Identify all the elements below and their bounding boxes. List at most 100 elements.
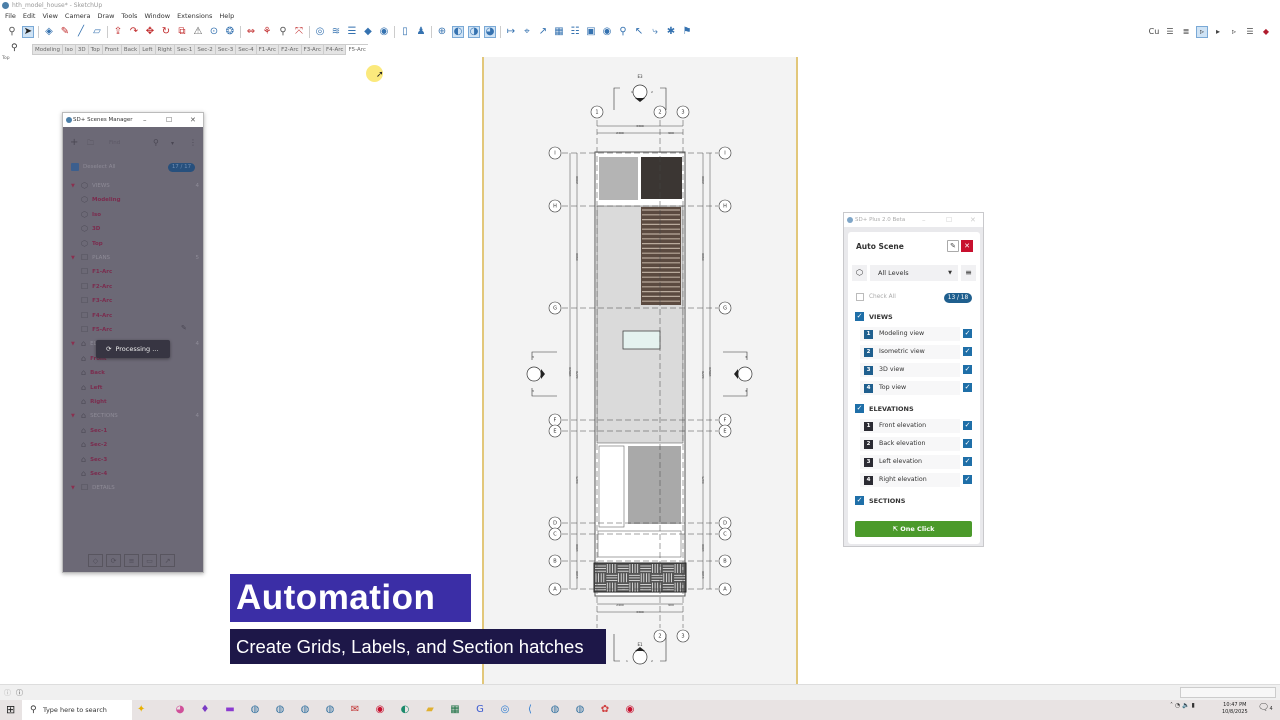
search-input[interactable]: Find — [109, 140, 120, 146]
scene-item[interactable]: ⌂ Left — [71, 382, 199, 394]
scene-tab-front[interactable]: Front — [101, 44, 121, 55]
mail-icon[interactable]: ✉ — [347, 702, 363, 718]
sketchup-icon[interactable]: ◍ — [247, 702, 263, 718]
scene-item[interactable]: ☐ F4-Arc — [71, 310, 199, 322]
geo-location-icon[interactable]: ⓘ — [4, 688, 11, 698]
auto-scene-item[interactable]: 3 3D view — [860, 363, 960, 377]
move-icon[interactable]: ✥ — [144, 26, 156, 38]
texture-icon[interactable]: ≋ — [330, 26, 342, 38]
clipchamp-icon[interactable]: ▬ — [222, 702, 238, 718]
orbit-icon[interactable]: ⊕ — [436, 26, 448, 38]
menu-window[interactable]: Window — [144, 11, 170, 22]
edit-button[interactable]: ✎ — [947, 240, 959, 252]
auto-scene-titlebar[interactable]: SD+ Plus 2.0 Beta – ☐ ✕ — [844, 213, 983, 227]
zoom-window-icon[interactable]: ⚲ — [277, 26, 289, 38]
level-dropdown[interactable]: All Levels ▼ — [870, 265, 958, 281]
scene-tab-left[interactable]: Left — [139, 44, 155, 55]
dims-icon[interactable]: ↦ — [505, 26, 517, 38]
tape-measure-icon[interactable]: ⊙ — [208, 26, 220, 38]
copilot-icon[interactable]: ◕ — [172, 702, 188, 718]
walk-icon[interactable]: ⚘ — [261, 26, 273, 38]
auto-scene-item[interactable]: 2 Isometric view — [860, 345, 960, 359]
label-icon[interactable]: ⌖ — [521, 26, 533, 38]
menu-draw[interactable]: Draw — [97, 11, 114, 22]
close-button[interactable]: ✕ — [190, 113, 196, 127]
scene-group-plans[interactable]: ▼ ☐ PLANS 5 — [71, 252, 199, 264]
item-checkbox[interactable]: ✓ — [963, 365, 972, 374]
scene-tab-sec-2[interactable]: Sec-2 — [194, 44, 215, 55]
search-icon[interactable]: ⚲ — [153, 138, 159, 147]
console-icon[interactable]: ▹ — [1196, 25, 1208, 38]
more-options-icon[interactable]: ⋮ — [189, 138, 197, 147]
scene-item[interactable]: ⬡ Modeling — [71, 194, 199, 206]
notifications-icon[interactable]: 🗨4 — [1258, 703, 1273, 713]
taskbar-search-input[interactable]: ⚲ Type here to search ✦ — [22, 700, 145, 720]
app-blue-icon[interactable]: ◎ — [497, 702, 513, 718]
section-sections[interactable]: ✓ SECTIONS — [855, 496, 905, 505]
styles-icon[interactable]: ◉ — [378, 26, 390, 38]
scene-item[interactable]: ☐ F2-Arc — [71, 281, 199, 293]
menu-edit[interactable]: Edit — [23, 11, 36, 22]
scene-tab-right[interactable]: Right — [154, 44, 175, 55]
minimize-button[interactable]: – — [143, 113, 147, 127]
network-icon[interactable]: ◔ — [1175, 702, 1180, 709]
pointer-icon[interactable]: ↖ — [633, 26, 645, 38]
close-button[interactable]: ✕ — [970, 213, 976, 227]
text-icon[interactable]: ≣ — [1180, 26, 1192, 38]
scenes-manager-titlebar[interactable]: SD+ Scenes Manager – ☐ ✕ — [63, 113, 203, 127]
maximize-button[interactable]: ☐ — [946, 213, 952, 227]
menu-view[interactable]: View — [42, 11, 57, 22]
scene-tab-sec-3[interactable]: Sec-3 — [214, 44, 236, 55]
tag-icon[interactable]: ◇ — [88, 554, 103, 567]
one-click-button[interactable]: ⇱ One Click — [855, 521, 972, 537]
excel-icon[interactable]: ▦ — [447, 702, 463, 718]
eraser-icon[interactable]: ◈ — [43, 26, 55, 38]
app-purple-icon[interactable]: ♦ — [197, 702, 213, 718]
stack-icon[interactable]: ≡ — [124, 554, 139, 567]
vscode-icon[interactable]: ⟨ — [522, 702, 538, 718]
cu-icon[interactable]: Cu — [1148, 26, 1160, 38]
scene-item[interactable]: ⌂ Sec-3 — [71, 454, 199, 466]
new-file-icon[interactable]: ▯ — [399, 26, 411, 38]
auto-scene-item[interactable]: 3 Left elevation — [860, 455, 960, 469]
maximize-button[interactable]: ☐ — [166, 113, 172, 127]
add-scene-icon[interactable]: + — [70, 137, 78, 148]
scene-item[interactable]: ⌂ Sec-2 — [71, 439, 199, 451]
scene-group-details[interactable]: ▼ ☐ DETAILS — [71, 482, 199, 494]
chevron-down-icon[interactable]: ▾ — [171, 140, 174, 147]
paint-icon[interactable]: ❂ — [224, 26, 236, 38]
star-icon[interactable]: ✱ — [665, 26, 677, 38]
item-checkbox[interactable]: ✓ — [963, 439, 972, 448]
sketchup-icon[interactable]: ◍ — [297, 702, 313, 718]
scene-tab-back[interactable]: Back — [120, 44, 140, 55]
search-scenes-icon[interactable]: ⚲ — [11, 43, 18, 53]
console-run-icon[interactable]: ▸ — [1212, 26, 1224, 38]
scene-group-sections[interactable]: ▼ ⌂ SECTIONS 4 — [71, 410, 199, 422]
scene-item[interactable]: ⌂ Back — [71, 367, 199, 379]
console-alt-icon[interactable]: ▹ — [1228, 26, 1240, 38]
measurements-box[interactable] — [1180, 687, 1276, 698]
menu-file[interactable]: File — [5, 11, 16, 22]
close-panel-button[interactable]: ✕ — [961, 240, 973, 252]
item-checkbox[interactable]: ✓ — [963, 421, 972, 430]
battery-icon[interactable]: ▮ — [1192, 702, 1195, 709]
scene-tab-3d[interactable]: 3D — [74, 44, 88, 55]
item-checkbox[interactable]: ✓ — [963, 457, 972, 466]
scene-item[interactable]: ⌂ Sec-4 — [71, 468, 199, 480]
app-g-icon[interactable]: G — [472, 702, 488, 718]
caret-down-icon[interactable]: ▼ — [71, 180, 77, 192]
deselect-all-checkbox[interactable]: Deselect All — [71, 163, 116, 171]
scene-item[interactable]: ☐ F5-Arc — [71, 324, 199, 336]
xray-icon[interactable]: ◐ — [452, 25, 464, 38]
item-checkbox[interactable]: ✓ — [963, 383, 972, 392]
shaded-icon[interactable]: ◕ — [484, 25, 496, 38]
line-icon[interactable]: ╱ — [75, 26, 87, 38]
edge-icon[interactable]: ◐ — [397, 702, 413, 718]
paint-icon[interactable]: ✿ — [597, 702, 613, 718]
refresh-icon[interactable]: ⟳ — [106, 554, 121, 567]
app-red-icon[interactable]: ◉ — [622, 702, 638, 718]
user-icon[interactable]: ♟ — [415, 26, 427, 38]
auto-scene-item[interactable]: 4 Top view — [860, 381, 960, 395]
section-views[interactable]: ✓ VIEWS — [855, 312, 893, 321]
sketchup-icon[interactable]: ◍ — [547, 702, 563, 718]
